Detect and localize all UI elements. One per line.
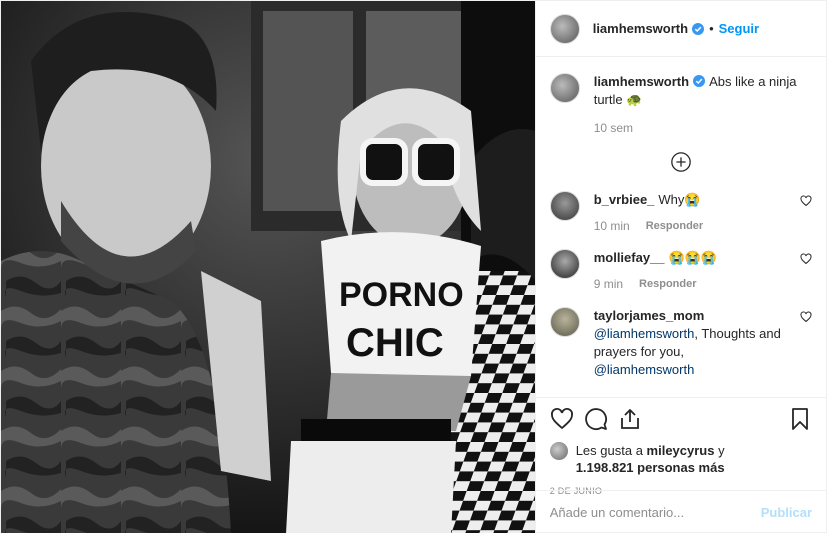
action-bar — [550, 406, 812, 432]
likes-summary: Les gusta a mileycyrus y 1.198.821 perso… — [549, 442, 812, 476]
post-photo[interactable]: PORNO CHIC — [1, 1, 535, 533]
verified-badge-icon — [692, 22, 705, 35]
comment-time[interactable]: 10 min — [594, 217, 630, 235]
post-sidebar: liamhemsworth • Seguir liamhemsworth Abs … — [534, 1, 826, 533]
header-separator: • — [709, 21, 714, 36]
comment-like-heart-icon[interactable] — [800, 311, 812, 323]
share-upload-icon[interactable] — [618, 407, 642, 431]
comments-list[interactable]: liamhemsworth Abs like a ninja turtle 🐢 1… — [536, 57, 826, 397]
comment-mention[interactable]: @liamhemsworth — [594, 362, 695, 377]
caption-avatar[interactable] — [549, 73, 580, 103]
commenter-avatar[interactable] — [549, 307, 580, 337]
bookmark-icon[interactable] — [788, 407, 812, 431]
plus-circle-icon[interactable] — [670, 151, 692, 173]
likes-count[interactable]: 1.198.821 personas más — [576, 460, 725, 475]
reply-button[interactable]: Responder — [639, 275, 696, 293]
post-actions: Les gusta a mileycyrus y 1.198.821 perso… — [535, 397, 826, 533]
author-username[interactable]: liamhemsworth — [593, 21, 688, 36]
likes-prefix: Les gusta a — [575, 443, 647, 458]
commenter-username[interactable]: b_vrbiee_ — [594, 192, 655, 207]
post-caption: liamhemsworth Abs like a ninja turtle 🐢 1… — [549, 73, 812, 137]
commenter-username[interactable]: molliefay__ — [594, 250, 665, 265]
publish-button[interactable]: Publicar — [761, 505, 812, 520]
post-header: liamhemsworth • Seguir — [535, 1, 826, 57]
comment-time[interactable]: 9 min — [594, 275, 623, 293]
add-comment-bar: Publicar — [535, 490, 826, 533]
follow-button[interactable]: Seguir — [719, 21, 759, 36]
comment-text: 😭😭😭 — [668, 250, 718, 265]
reply-button[interactable]: Responder — [646, 217, 703, 235]
verified-badge-icon — [693, 75, 706, 87]
liker-avatar[interactable] — [549, 442, 568, 460]
heart-icon[interactable] — [550, 407, 574, 431]
author-avatar[interactable] — [549, 13, 580, 44]
comment-like-heart-icon[interactable] — [800, 195, 812, 207]
load-more-comments[interactable] — [550, 151, 812, 173]
comment-mention[interactable]: @liamhemsworth — [594, 326, 695, 341]
commenter-avatar[interactable] — [549, 191, 580, 221]
caption-username[interactable]: liamhemsworth — [594, 74, 689, 89]
svg-text:PORNO: PORNO — [339, 276, 464, 314]
photo-illustration: PORNO CHIC — [1, 1, 535, 533]
comment-item: taylorjames_mom @liamhemsworth, Thoughts… — [549, 307, 812, 379]
comment-text: Why😭 — [658, 192, 701, 207]
caption-time[interactable]: 10 sem — [594, 119, 633, 137]
comment-item: molliefay__ 😭😭😭 9 min Responder — [549, 249, 812, 293]
instagram-post: PORNO CHIC liamhemsworth • Seguir liamhe… — [0, 0, 827, 533]
comment-bubble-icon[interactable] — [584, 407, 608, 431]
comment-item: b_vrbiee_ Why😭 10 min Responder — [549, 191, 812, 235]
commenter-avatar[interactable] — [549, 249, 580, 279]
svg-text:CHIC: CHIC — [346, 321, 444, 365]
likes-conj: y — [714, 443, 725, 458]
liker-username[interactable]: mileycyrus — [647, 443, 715, 458]
comment-like-heart-icon[interactable] — [800, 253, 812, 265]
commenter-username[interactable]: taylorjames_mom — [594, 307, 782, 325]
comment-input[interactable] — [549, 505, 761, 520]
